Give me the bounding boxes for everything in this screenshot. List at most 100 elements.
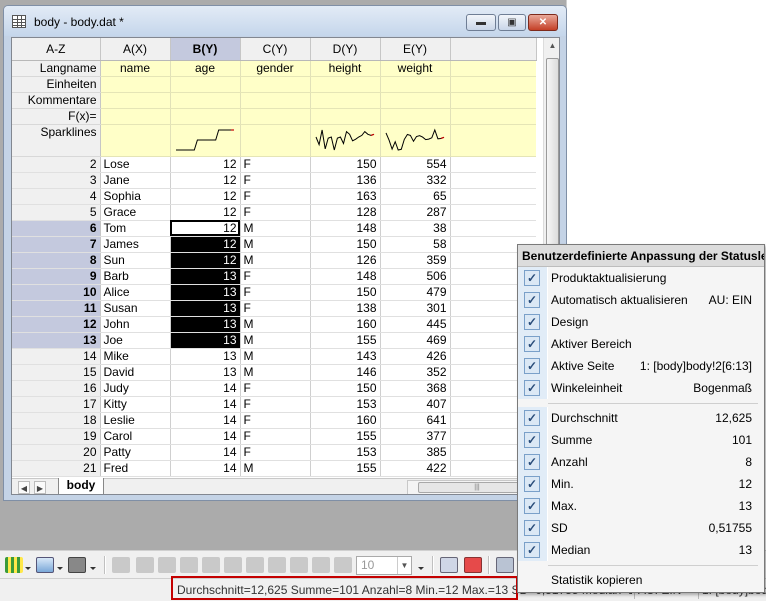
align-left-icon[interactable] [112,557,130,573]
cell-height[interactable]: 153 [310,396,381,413]
column-header[interactable]: E(Y) [380,38,451,61]
cell-height[interactable]: 155 [310,332,381,349]
cell-gender[interactable]: F [240,188,311,205]
cell-age[interactable]: 13 [170,364,241,381]
menu-check[interactable]: ✓ [518,289,548,311]
cell-gender[interactable]: F [240,284,311,301]
menu-item[interactable]: ✓ Median 13 [518,539,764,561]
meta-cell[interactable] [170,76,241,93]
cell-name[interactable]: David [100,364,171,381]
lock-icon[interactable] [440,557,458,573]
cell-gender[interactable]: F [240,172,311,189]
row-number[interactable]: 7 [12,236,101,253]
cell-gender[interactable]: F [240,412,311,429]
meta-cell[interactable] [240,76,311,93]
menu-check[interactable]: ✓ [518,267,548,289]
cell-height[interactable]: 153 [310,444,381,461]
menu-item[interactable]: ✓ Produktaktualisierung [518,267,764,289]
row-number[interactable]: 13 [12,332,101,349]
cell-name[interactable]: Alice [100,284,171,301]
cell-height[interactable]: 163 [310,188,381,205]
close-button[interactable]: ✕ [528,14,558,31]
cell-name[interactable]: Fred [100,460,171,477]
cell-weight[interactable]: 407 [380,396,451,413]
anchor-icon[interactable] [496,557,514,573]
cell-height[interactable]: 150 [310,236,381,253]
column-header[interactable]: B(Y) [170,38,241,61]
chevron-down-icon[interactable] [25,567,31,570]
cell-gender[interactable]: F [240,444,311,461]
cell-height[interactable]: 148 [310,268,381,285]
cell-height[interactable]: 150 [310,156,381,173]
cell-weight[interactable]: 368 [380,380,451,397]
cell-age[interactable]: 14 [170,428,241,445]
align-right-icon[interactable] [158,557,176,573]
cell-weight[interactable]: 58 [380,236,451,253]
meta-cell[interactable] [170,108,241,125]
cell-name[interactable]: Tom [100,220,171,237]
menu-check[interactable]: ✓ [518,333,548,355]
cell-gender[interactable]: M [240,220,311,237]
row-number[interactable]: 18 [12,412,101,429]
menu-item[interactable]: ✓ Min. 12 [518,473,764,495]
row-number[interactable]: 8 [12,252,101,269]
cell-height[interactable]: 128 [310,204,381,221]
cell-height[interactable]: 143 [310,348,381,365]
column-sort-icon[interactable]: A-Z [12,38,101,61]
font-size-select[interactable]: 10 ▼ [356,556,412,575]
cell-age[interactable]: 12 [170,188,241,205]
row-number[interactable]: 9 [12,268,101,285]
row-number[interactable]: 3 [12,172,101,189]
cell-age[interactable]: 12 [170,172,241,189]
menu-check[interactable]: ✓ [518,355,548,377]
meta-cell[interactable]: name [100,60,171,77]
cell-name[interactable]: Barb [100,268,171,285]
cell-gender[interactable]: F [240,396,311,413]
meta-cell[interactable]: height [310,60,381,77]
cell-weight[interactable]: 641 [380,412,451,429]
cell-gender[interactable]: F [240,380,311,397]
cell-age[interactable]: 14 [170,396,241,413]
ungroup-icon[interactable] [290,557,308,573]
cell-weight[interactable]: 38 [380,220,451,237]
menu-item[interactable]: ✓ Anzahl 8 [518,451,764,473]
cell-name[interactable]: Sophia [100,188,171,205]
cell-gender[interactable]: M [240,364,311,381]
meta-row-label[interactable]: Kommentare [12,92,101,109]
cell-age[interactable]: 12 [170,156,241,173]
color-picker-icon[interactable] [464,557,482,573]
cell-gender[interactable]: M [240,316,311,333]
cell-weight[interactable]: 506 [380,268,451,285]
group-icon[interactable] [268,557,286,573]
meta-cell[interactable]: age [170,60,241,77]
cell-weight[interactable]: 385 [380,444,451,461]
cell-name[interactable]: Grace [100,204,171,221]
cell-name[interactable]: Patty [100,444,171,461]
menu-item[interactable]: ✓ Aktiver Bereich [518,333,764,355]
cell-age[interactable]: 13 [170,348,241,365]
cell-name[interactable]: Joe [100,332,171,349]
cell-name[interactable]: Kitty [100,396,171,413]
cell-age[interactable]: 14 [170,460,241,477]
row-number[interactable]: 17 [12,396,101,413]
menu-check[interactable]: ✓ [518,377,548,399]
menu-item[interactable]: ✓ Summe 101 [518,429,764,451]
sparkline-cell[interactable] [240,124,311,157]
sparkline-cell[interactable] [380,124,451,157]
chevron-down-icon[interactable]: ▼ [397,557,411,574]
cell-weight[interactable]: 426 [380,348,451,365]
prev-sheet-icon[interactable]: ◀ [18,481,30,494]
column-header[interactable]: A(X) [100,38,171,61]
sparkline-cell[interactable] [170,124,241,157]
chart-icon[interactable] [36,557,54,573]
scroll-up-icon[interactable]: ▲ [545,38,559,54]
cell-weight[interactable]: 445 [380,316,451,333]
menu-check[interactable]: ✓ [518,539,548,561]
menu-check[interactable]: ✓ [518,429,548,451]
bring-front-icon[interactable] [312,557,330,573]
cell-name[interactable]: Jane [100,172,171,189]
row-number[interactable]: 2 [12,156,101,173]
menu-check[interactable]: ✓ [518,407,548,429]
row-number[interactable]: 14 [12,348,101,365]
meta-row-label[interactable]: F(x)= [12,108,101,125]
